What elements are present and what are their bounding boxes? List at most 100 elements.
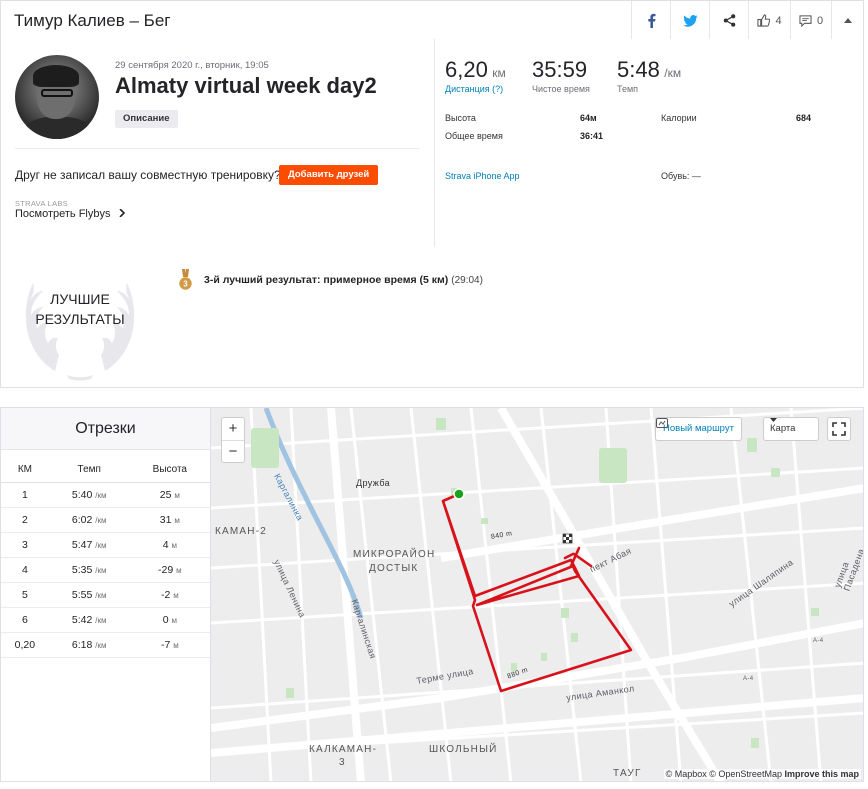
shoes-info: Обувь: — [661, 171, 701, 181]
osm-link[interactable]: © OpenStreetMap [709, 769, 782, 779]
zoom-control: + − [221, 417, 245, 463]
elevation-value: 64м [580, 113, 597, 123]
kudos-count: 4 [775, 14, 782, 27]
elapsed-time-value: 36:41 [580, 131, 604, 141]
split-elevation-unit: м [174, 490, 180, 500]
moving-time-stat: 35:59 Чистое время [532, 57, 590, 94]
split-elevation-cell: 31 м [129, 507, 210, 533]
new-route-button[interactable]: Новый маршрут [655, 417, 742, 441]
distance-stat: 6,20 км Дистанция (?) [445, 57, 506, 94]
split-km: 3 [1, 532, 49, 558]
split-elevation: 31 [159, 513, 172, 526]
split-elevation-cell: -7 м [129, 632, 210, 658]
twitter-share-button[interactable] [670, 1, 709, 40]
split-elevation: -2 [160, 588, 171, 601]
split-elevation-cell: 0 м [129, 607, 210, 633]
activity-header: Тимур Калиев – Бег 4 0 [0, 0, 864, 40]
split-km: 6 [1, 607, 49, 633]
split-row: 2 6:02 /км 31 м [1, 507, 210, 533]
map-label-a4-2: А-4 [743, 676, 754, 682]
split-elevation-unit: м [171, 615, 177, 625]
fullscreen-button[interactable] [827, 417, 851, 441]
map-label-druzhba: Дружба [356, 478, 391, 488]
distance-value: 6,20 [445, 57, 488, 82]
map-canvas[interactable] [211, 408, 864, 782]
map-type-label: Карта [770, 423, 796, 434]
split-elevation: 4 [162, 538, 169, 551]
split-elevation-unit: м [176, 565, 182, 575]
thumbs-up-icon [757, 14, 771, 27]
split-pace: 5:35 [71, 563, 93, 576]
splits-title: Отрезки [1, 408, 210, 450]
splits-header-elevation: Высота [129, 458, 210, 483]
best-efforts-heading: ЛУЧШИЕ РЕЗУЛЬТАТЫ [15, 289, 145, 329]
flyby-link[interactable]: Посмотреть Flybys [15, 208, 125, 220]
split-pace-unit: /км [95, 515, 107, 525]
avatar[interactable] [15, 55, 99, 139]
split-pace-unit: /км [95, 640, 107, 650]
facebook-share-button[interactable] [631, 1, 670, 40]
calories-label: Калории [661, 113, 697, 123]
improve-map-link[interactable]: Improve this map [784, 769, 859, 779]
distance-unit: км [492, 66, 506, 80]
moving-time-label: Чистое время [532, 84, 590, 94]
caret-down-icon [770, 418, 777, 422]
best-efforts-section: ЛУЧШИЕ РЕЗУЛЬТАТЫ 3 3-й лучший результат… [0, 247, 864, 388]
route-start-marker [453, 488, 465, 500]
zoom-in-button[interactable]: + [222, 418, 244, 440]
more-menu-button[interactable] [831, 1, 863, 40]
activity-datetime: 29 сентября 2020 г., вторник, 19:05 [115, 60, 269, 71]
best-efforts-heading-line1: ЛУЧШИЕ [50, 291, 110, 307]
best-efforts-heading-line2: РЕЗУЛЬТАТЫ [35, 311, 125, 327]
description-button[interactable]: Описание [115, 110, 178, 128]
best-effort-item[interactable]: 3-й лучший результат: примерное время (5… [204, 274, 483, 286]
map-label-a4-1: А-4 [813, 638, 824, 644]
split-elevation-cell: 25 м [129, 482, 210, 508]
split-pace-cell: 5:55 /км [48, 582, 130, 608]
split-row: 0,20 6:18 /км -7 м [1, 632, 210, 658]
splits-header-km: КМ [1, 458, 49, 483]
split-elevation: 0 [162, 613, 169, 626]
split-row: 1 5:40 /км 25 м [1, 482, 210, 508]
activity-summary: 29 сентября 2020 г., вторник, 19:05 Alma… [0, 39, 864, 248]
split-elevation-cell: -29 м [129, 557, 210, 583]
device-link[interactable]: Strava iPhone App [445, 171, 520, 181]
comments-button[interactable]: 0 [790, 1, 831, 40]
split-pace-cell: 6:18 /км [48, 632, 130, 658]
split-elevation-unit: м [173, 640, 179, 650]
share-button[interactable] [709, 1, 748, 40]
split-pace: 5:42 [71, 613, 93, 626]
split-pace: 5:55 [71, 588, 93, 601]
activity-name: Almaty virtual week day2 [115, 73, 377, 98]
add-friends-button[interactable]: Добавить друзей [279, 165, 379, 185]
map-label-kalkaman3: КАЛКАМАН- [309, 744, 378, 755]
split-pace: 5:47 [71, 538, 93, 551]
zoom-out-button[interactable]: − [222, 440, 244, 462]
split-km: 4 [1, 557, 49, 583]
splits-table: КМ Темп Высота 1 5:40 /км 25 м 2 6:02 /км 31 … [1, 458, 210, 658]
bronze-medal-icon: 3 [179, 269, 192, 290]
split-km: 2 [1, 507, 49, 533]
split-pace: 6:18 [71, 638, 93, 651]
map-label-mikro-line1: МИКРОРАЙОН [353, 549, 436, 560]
best-effort-time: (29:04) [451, 275, 483, 286]
split-pace-unit: /км [95, 490, 107, 500]
split-pace-unit: /км [95, 615, 107, 625]
pace-stat: 5:48 /км Темп [617, 57, 681, 94]
route-map[interactable]: Дружба Каргалинка КАМАН-2 МИКРОРАЙОН ДОС… [210, 407, 864, 782]
mapbox-link[interactable]: © Mapbox [666, 769, 707, 779]
split-row: 3 5:47 /км 4 м [1, 532, 210, 558]
map-label-kalkaman2: КАМАН-2 [215, 526, 268, 537]
map-type-select[interactable]: Карта [763, 417, 819, 441]
split-pace-cell: 5:40 /км [48, 482, 130, 508]
distance-label[interactable]: Дистанция (?) [445, 84, 506, 94]
chevron-right-icon [118, 208, 125, 218]
kudos-button[interactable]: 4 [748, 1, 790, 40]
split-km: 0,20 [1, 632, 49, 658]
split-elevation-cell: -2 м [129, 582, 210, 608]
split-pace-cell: 6:02 /км [48, 507, 130, 533]
map-label-shkolny: ШКОЛЬНЫЙ [429, 744, 498, 755]
split-pace-unit: /км [95, 565, 107, 575]
header-actions: 4 0 [631, 1, 863, 40]
split-row: 6 5:42 /км 0 м [1, 607, 210, 633]
